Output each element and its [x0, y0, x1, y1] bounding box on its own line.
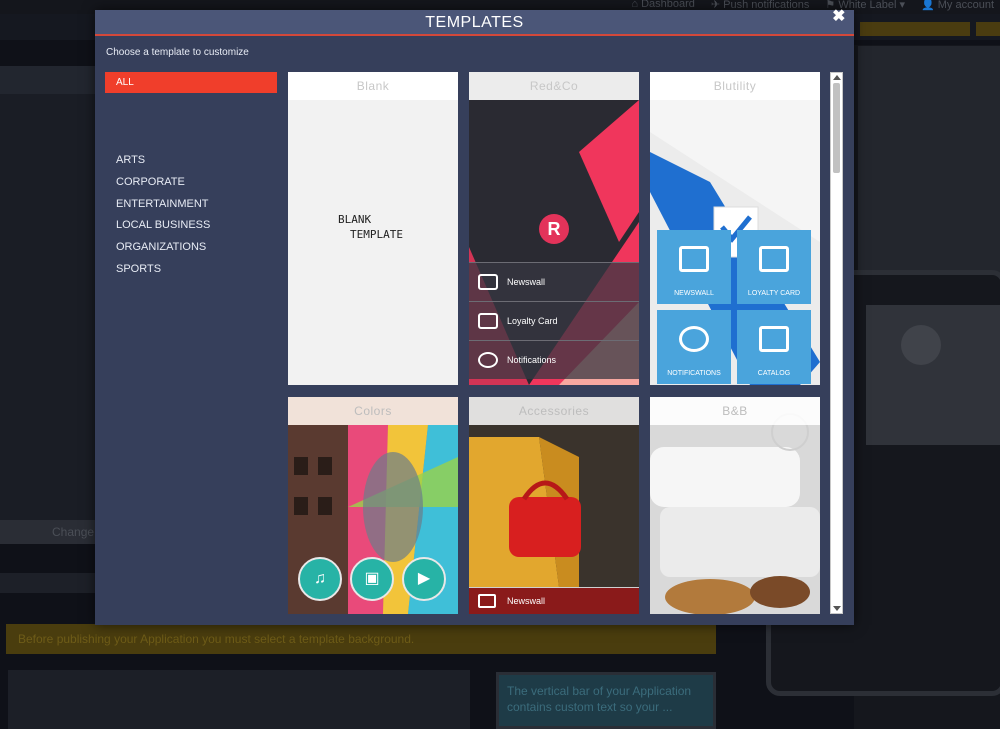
nav-my-account[interactable]: 👤 My account: [921, 0, 994, 11]
image-icon: ▣: [350, 557, 394, 601]
template-card-bnb[interactable]: B&B: [650, 397, 820, 614]
modal-title: TEMPLATES: [425, 14, 524, 31]
card-icon: [759, 246, 789, 272]
category-entertainment[interactable]: ENTERTAINMENT: [105, 194, 277, 216]
newspaper-icon: [679, 246, 709, 272]
category-local-business[interactable]: LOCAL BUSINESS: [105, 215, 277, 237]
template-title: Colors: [288, 397, 458, 425]
accessories-background-art: [469, 425, 639, 614]
category-corporate[interactable]: CORPORATE: [105, 172, 277, 194]
template-card-colors[interactable]: Colors ♫ ▣ ▶: [288, 397, 458, 614]
template-card-blutility[interactable]: Blutility NEWSWALL LOYALTY CARD NOTIFICA…: [650, 72, 820, 385]
newspaper-icon: [478, 594, 496, 608]
newspaper-icon: [478, 274, 498, 290]
red-co-logo: R: [539, 214, 569, 244]
modal-subtitle: Choose a template to customize: [106, 47, 249, 58]
chat-bubble-icon: [478, 352, 498, 368]
play-icon: ▶: [402, 557, 446, 601]
template-title: Blutility: [650, 72, 820, 100]
modal-header: TEMPLATES ✖: [95, 9, 854, 36]
template-card-red-co[interactable]: Red&Co R Newswall Loyalty Card Notificat…: [469, 72, 639, 385]
category-all[interactable]: ALL: [105, 72, 277, 93]
blank-template-label: BLANK TEMPLATE: [338, 213, 403, 241]
scroll-down-icon[interactable]: [833, 606, 841, 611]
category-sports[interactable]: SPORTS: [105, 259, 277, 281]
red-co-menu: Newswall Loyalty Card Notifications: [469, 262, 639, 379]
image-placeholder-icon: [866, 305, 1000, 445]
template-title: Red&Co: [469, 72, 639, 100]
preview-panel: [0, 66, 95, 520]
template-scrollbar[interactable]: [830, 72, 843, 614]
background-action-button[interactable]: [860, 22, 970, 36]
chat-bubble-icon: [679, 326, 709, 352]
category-organizations[interactable]: ORGANIZATIONS: [105, 237, 277, 259]
music-icon: ♫: [298, 557, 342, 601]
image-placeholder-sun: [901, 325, 941, 365]
tile-newswall: NEWSWALL: [657, 230, 731, 304]
template-title: Accessories: [469, 397, 639, 425]
category-arts[interactable]: ARTS: [105, 150, 277, 172]
scroll-up-icon[interactable]: [833, 75, 841, 80]
fork-knife-icon: [759, 326, 789, 352]
category-list: ALL ARTS CORPORATE ENTERTAINMENT LOCAL B…: [105, 72, 277, 281]
info-note: The vertical bar of your Application con…: [496, 672, 716, 729]
category-items: ARTS CORPORATE ENTERTAINMENT LOCAL BUSIN…: [105, 150, 277, 281]
right-card: [858, 46, 1000, 296]
tile-catalog: CATALOG: [737, 310, 811, 384]
menu-item-notifications: Notifications: [469, 340, 639, 379]
menu-item-loyalty-card: Loyalty Card: [469, 301, 639, 340]
templates-modal: TEMPLATES ✖ Choose a template to customi…: [95, 9, 854, 625]
tile-loyalty-card: LOYALTY CARD: [737, 230, 811, 304]
template-card-blank[interactable]: Blank BLANK TEMPLATE: [288, 72, 458, 385]
template-title: Blank: [288, 72, 458, 100]
scroll-thumb[interactable]: [833, 83, 840, 173]
template-grid: Blank BLANK TEMPLATE Red&Co R Newswall L…: [288, 72, 839, 614]
card-icon: [478, 313, 498, 329]
menu-item-newswall: Newswall: [469, 587, 639, 614]
bnb-background-art: [650, 413, 820, 614]
panel-row: [0, 573, 95, 593]
background-action-button-2[interactable]: [976, 22, 1000, 36]
change-button[interactable]: Change: [0, 520, 95, 544]
template-title: B&B: [650, 397, 820, 425]
warning-banner: Before publishing your Application you m…: [6, 624, 716, 654]
editor-area: [8, 670, 470, 729]
close-icon[interactable]: ✖: [832, 9, 846, 25]
menu-item-newswall: Newswall: [469, 262, 639, 301]
template-card-accessories[interactable]: Accessories Newswall: [469, 397, 639, 614]
tile-notifications: NOTIFICATIONS: [657, 310, 731, 384]
